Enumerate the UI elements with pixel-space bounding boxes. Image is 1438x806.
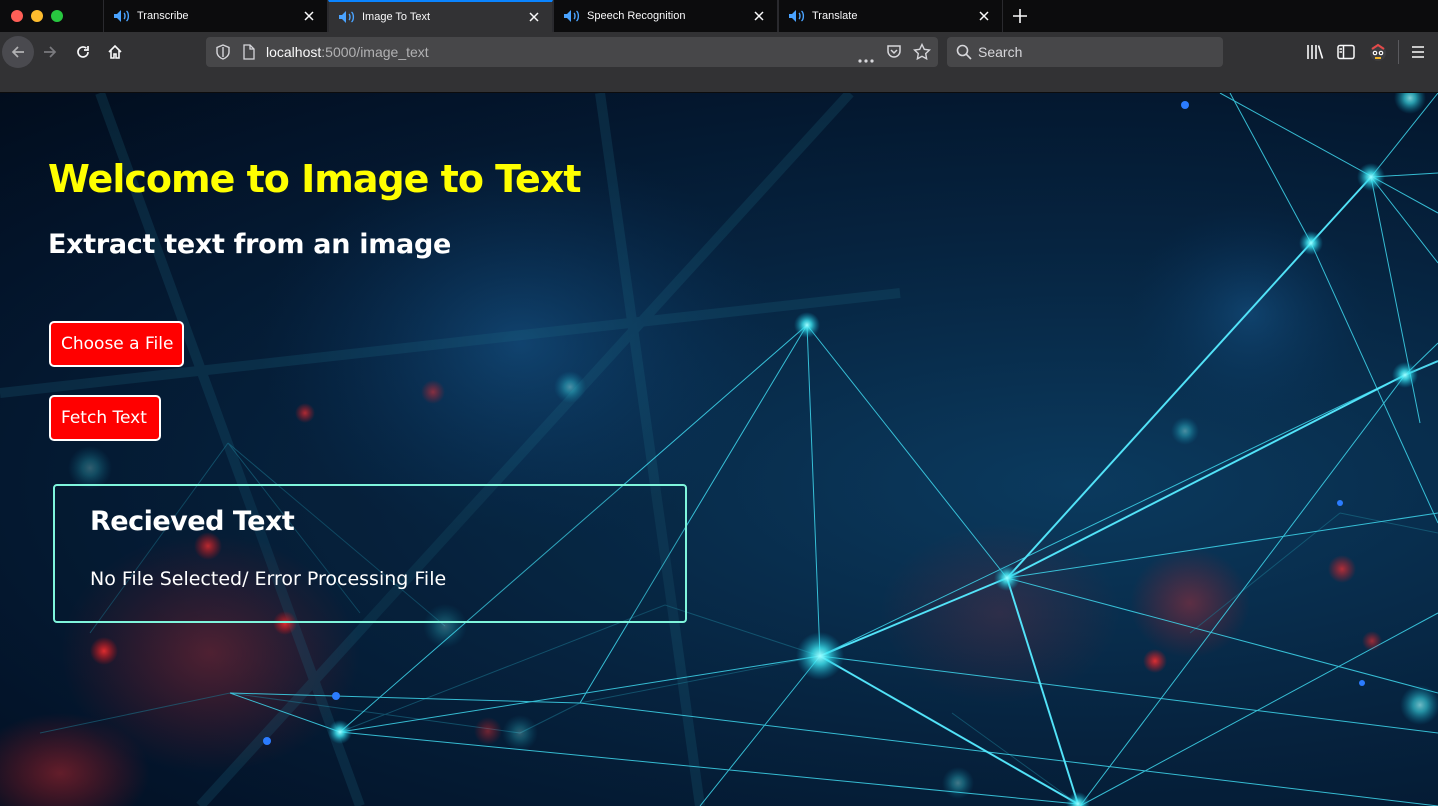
extension-icon[interactable]: [1368, 42, 1388, 67]
reload-icon: [77, 46, 89, 58]
url-host: localhost: [266, 44, 322, 60]
plus-icon: [1013, 9, 1027, 23]
close-window-button[interactable]: [11, 10, 23, 22]
tab-label: Speech Recognition: [587, 10, 686, 22]
tab-label: Transcribe: [137, 10, 189, 22]
speaker-icon: [788, 8, 806, 24]
url-path: :5000/image_text: [321, 44, 429, 60]
page-icon[interactable]: [242, 44, 256, 65]
fetch-text-button[interactable]: Fetch Text: [49, 395, 161, 441]
new-tab-button[interactable]: [1008, 4, 1032, 28]
tab-label: Translate: [812, 10, 858, 22]
speaker-icon: [338, 9, 356, 25]
close-icon[interactable]: [524, 7, 544, 27]
reload-button[interactable]: [67, 36, 99, 68]
url-text[interactable]: localhost:5000/image_text: [266, 44, 429, 60]
shield-icon[interactable]: [216, 44, 230, 65]
page-subtitle: Extract text from an image: [48, 229, 451, 260]
home-button[interactable]: [99, 36, 131, 68]
tab-translate[interactable]: Translate: [778, 0, 1003, 32]
arrow-left-icon: [11, 46, 24, 58]
home-icon: [108, 44, 122, 59]
sidebar-icon[interactable]: [1337, 44, 1355, 65]
search-input[interactable]: Search: [978, 44, 1022, 60]
speaker-icon: [563, 8, 581, 24]
pocket-icon[interactable]: [886, 44, 902, 65]
minimize-window-button[interactable]: [31, 10, 43, 22]
more-actions-icon[interactable]: [858, 50, 874, 68]
back-button[interactable]: [2, 36, 34, 68]
navigation-toolbar: localhost:5000/image_text Search: [0, 32, 1438, 73]
tab-bar: Transcribe Image To Text Speech Recognit…: [0, 0, 1438, 32]
received-text-heading: Recieved Text: [90, 506, 295, 537]
tab-image-to-text[interactable]: Image To Text: [328, 0, 553, 32]
received-text-panel: Recieved Text No File Selected/ Error Pr…: [53, 484, 687, 623]
search-icon: [956, 44, 972, 65]
choose-file-button[interactable]: Choose a File: [49, 321, 184, 367]
toolbar-divider: [1398, 40, 1399, 64]
close-icon[interactable]: [299, 6, 319, 26]
bookmark-star-icon[interactable]: [912, 42, 932, 66]
received-text-content: No File Selected/ Error Processing File: [90, 568, 447, 590]
url-bar[interactable]: localhost:5000/image_text: [206, 37, 938, 67]
forward-button[interactable]: [34, 36, 66, 68]
tab-label: Image To Text: [362, 11, 431, 23]
search-bar[interactable]: Search: [947, 37, 1223, 67]
close-icon[interactable]: [974, 6, 994, 26]
menu-icon[interactable]: [1411, 45, 1425, 64]
maximize-window-button[interactable]: [51, 10, 63, 22]
toolbar-spacer: [0, 73, 1438, 93]
page-content: Welcome to Image to Text Extract text fr…: [0, 93, 1438, 806]
page-title: Welcome to Image to Text: [48, 157, 581, 201]
close-icon[interactable]: [749, 6, 769, 26]
library-icon[interactable]: [1306, 44, 1324, 65]
tab-speech-recognition[interactable]: Speech Recognition: [553, 0, 778, 32]
tab-transcribe[interactable]: Transcribe: [103, 0, 328, 32]
speaker-icon: [113, 8, 131, 24]
arrow-right-icon: [44, 46, 57, 58]
